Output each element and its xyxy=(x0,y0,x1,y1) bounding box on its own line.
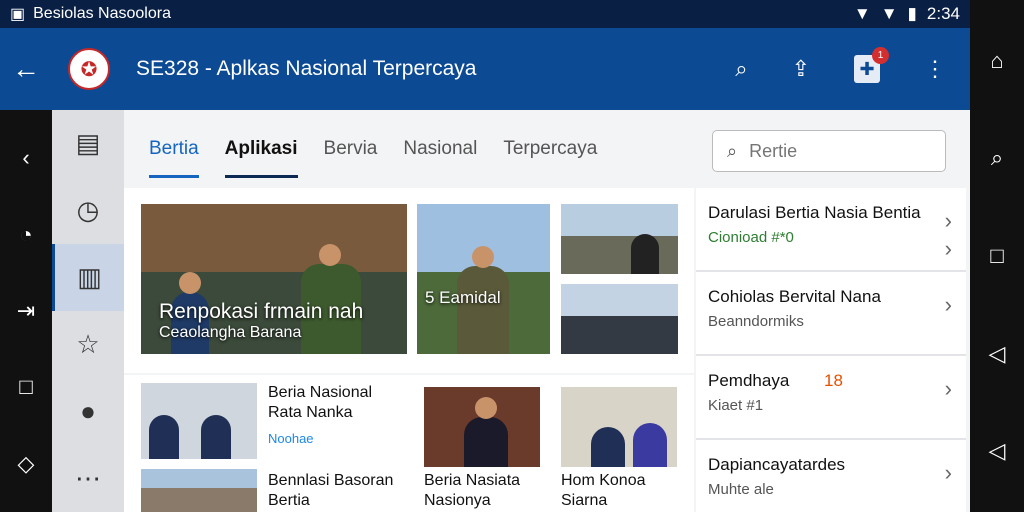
bag-icon[interactable]: ▥ xyxy=(52,244,124,311)
card-title-line2: Bertia xyxy=(268,492,310,509)
tab-bertia[interactable]: Bertia xyxy=(149,130,199,178)
main-content: Bertia Aplikasi Bervia Nasional Terperca… xyxy=(124,110,970,512)
list-item[interactable]: Dapiancayatardes Muhte ale › xyxy=(696,440,966,512)
card-title-line1: Bennlasi Basoran xyxy=(268,472,394,489)
card-title-line2: Siarna xyxy=(561,492,608,509)
card-title: Bennlasi Basoran Bertia xyxy=(268,471,393,511)
card-title-line1: Beria Nasional xyxy=(268,384,373,401)
list-item[interactable]: Cohiolas Bervital Nana Beanndormiks › xyxy=(696,272,966,356)
app-bar: ← ✪ SE328 - Aplkas Nasional Terpercaya ⌕… xyxy=(0,28,970,110)
search-box[interactable]: ⌕ xyxy=(712,130,946,172)
notification-badge: 1 xyxy=(872,47,889,64)
battery-icon: ▮ xyxy=(907,4,917,23)
more-vert-icon[interactable]: ⋮ xyxy=(924,56,946,82)
list-item-title: Darulasi Bertia Nasia Bentia xyxy=(708,203,921,222)
status-time: 2:34 xyxy=(926,4,960,23)
signal-icon: ▼ xyxy=(880,4,898,23)
list-item-sub: Kiaet #1 xyxy=(708,397,764,414)
archive-icon[interactable]: ▤ xyxy=(52,110,124,177)
bottom-cards: Beria Nasional Rata Nanka Noohae Bennlas… xyxy=(124,375,694,512)
tab-terpercaya[interactable]: Terpercaya xyxy=(503,130,597,168)
list-item-sub: Cionioad #*0 xyxy=(708,229,794,246)
nav-diamond-icon[interactable]: ◇ xyxy=(18,451,35,477)
app-logo: ✪ xyxy=(68,48,110,90)
chevron-right-icon: › xyxy=(944,376,952,401)
list-item-title: Cohiolas Bervital Nana xyxy=(708,287,881,306)
timer-icon[interactable]: ◷ xyxy=(52,177,124,244)
app-actions: ⌕ ⇪ ✚ 1 ⋮ xyxy=(735,47,970,83)
hero-row: Renpokasi frmain nah Ceaolangha Barana 5… xyxy=(124,188,694,373)
search-input[interactable] xyxy=(749,140,910,162)
rail-square-icon[interactable]: □ xyxy=(990,243,1003,269)
nav-square-icon[interactable]: □ xyxy=(19,374,32,400)
list-item[interactable]: Pemdhaya 18 Kiaet #1 › xyxy=(696,356,966,440)
list-item[interactable]: Darulasi Bertia Nasia Bentia Cionioad #*… xyxy=(696,188,966,272)
status-icons: ▼ ▼ ▮ 2:34 xyxy=(854,4,960,24)
chevron-right-icon: › xyxy=(944,208,952,233)
card-title: Beria Nasional Rata Nanka xyxy=(268,383,372,423)
notification-icon[interactable]: ✚ 1 xyxy=(854,47,889,83)
card-title: Beria Nasiata Nasionya xyxy=(424,471,520,511)
star-icon[interactable]: ☆ xyxy=(52,311,124,378)
right-nav-rail: ⌂ ⌕ □ ◁ ◁ xyxy=(970,0,1024,512)
hero-caption: Renpokasi frmain nah Ceaolangha Barana xyxy=(159,300,363,342)
card-sub: Noohae xyxy=(268,431,314,446)
hero-overlay-text: 5 Eamidal xyxy=(425,288,501,307)
card-photo-4[interactable] xyxy=(561,387,677,467)
rail-back-icon[interactable]: ◁ xyxy=(989,438,1006,464)
card-title-line1: Beria Nasiata xyxy=(424,472,521,489)
rail-search-icon[interactable]: ⌕ xyxy=(991,145,1003,171)
nav-back-icon[interactable]: ‹ xyxy=(22,145,29,171)
side-icon-column: ▤ ◷ ▥ ☆ ● ⋯ xyxy=(52,110,124,512)
hero-photo-1[interactable]: Renpokasi frmain nah Ceaolangha Barana xyxy=(141,204,407,354)
nav-clock-icon[interactable]: ◔ xyxy=(19,222,32,248)
hero-caption-sub: Ceaolangha Barana xyxy=(159,324,302,341)
wifi-icon: ▼ xyxy=(853,4,871,23)
status-title: Besiolas Nasoolora xyxy=(33,5,171,22)
search-field-icon: ⌕ xyxy=(727,140,738,161)
tab-nasional[interactable]: Nasional xyxy=(403,130,477,168)
tab-aplikasi[interactable]: Aplikasi xyxy=(224,130,298,178)
card-photo-1[interactable] xyxy=(141,383,257,459)
card-title: Hom Konoa Siarna xyxy=(561,471,646,511)
search-icon[interactable]: ⌕ xyxy=(735,56,747,82)
app-title: SE328 - Aplkas Nasional Terpercaya xyxy=(136,57,477,80)
share-icon[interactable]: ⇪ xyxy=(792,56,810,82)
list-item-badge: 18 xyxy=(824,371,843,390)
chevron-right-icon: › xyxy=(944,236,952,261)
hero-photo-2[interactable]: 5 Eamidal xyxy=(417,204,550,354)
back-arrow-icon[interactable]: ← xyxy=(0,53,52,85)
tab-bervia[interactable]: Bervia xyxy=(324,130,378,168)
list-item-sub: Beanndormiks xyxy=(708,313,804,330)
hero-photo-3[interactable] xyxy=(561,204,678,274)
app-root: ▣ Besiolas Nasoolora ▼ ▼ ▮ 2:34 ← ✪ SE32… xyxy=(0,0,1024,512)
list-item-title-text: Pemdhaya xyxy=(708,371,790,390)
chevron-right-icon: › xyxy=(944,460,952,485)
apps-icon[interactable]: ⋯ xyxy=(52,445,124,512)
status-bar: ▣ Besiolas Nasoolora ▼ ▼ ▮ 2:34 xyxy=(0,0,970,28)
list-item-sub: Muhte ale xyxy=(708,481,774,498)
card-photo-2[interactable] xyxy=(141,469,257,512)
left-nav-rail: ‹ ◔ ⇥ □ ◇ xyxy=(0,110,52,512)
rail-tag-icon[interactable]: ◁ xyxy=(989,341,1006,367)
chat-icon[interactable]: ● xyxy=(52,378,124,445)
card-photo-3[interactable] xyxy=(424,387,540,467)
app-indicator-icon: ▣ xyxy=(10,6,26,23)
card-title-line1: Hom Konoa xyxy=(561,472,646,489)
nav-exit-icon[interactable]: ⇥ xyxy=(17,298,35,324)
rail-home-icon[interactable]: ⌂ xyxy=(990,48,1003,74)
hero-photo-4[interactable] xyxy=(561,284,678,354)
hero-caption-title: Renpokasi frmain nah xyxy=(159,300,364,323)
card-title-line2: Nasionya xyxy=(424,492,491,509)
list-item-title: Dapiancayatardes xyxy=(708,455,846,474)
card-title-line2: Rata Nanka xyxy=(268,404,353,421)
chevron-right-icon: › xyxy=(944,292,952,317)
list-item-title: Pemdhaya 18 xyxy=(708,370,954,391)
right-list: Darulasi Bertia Nasia Bentia Cionioad #*… xyxy=(696,188,966,512)
